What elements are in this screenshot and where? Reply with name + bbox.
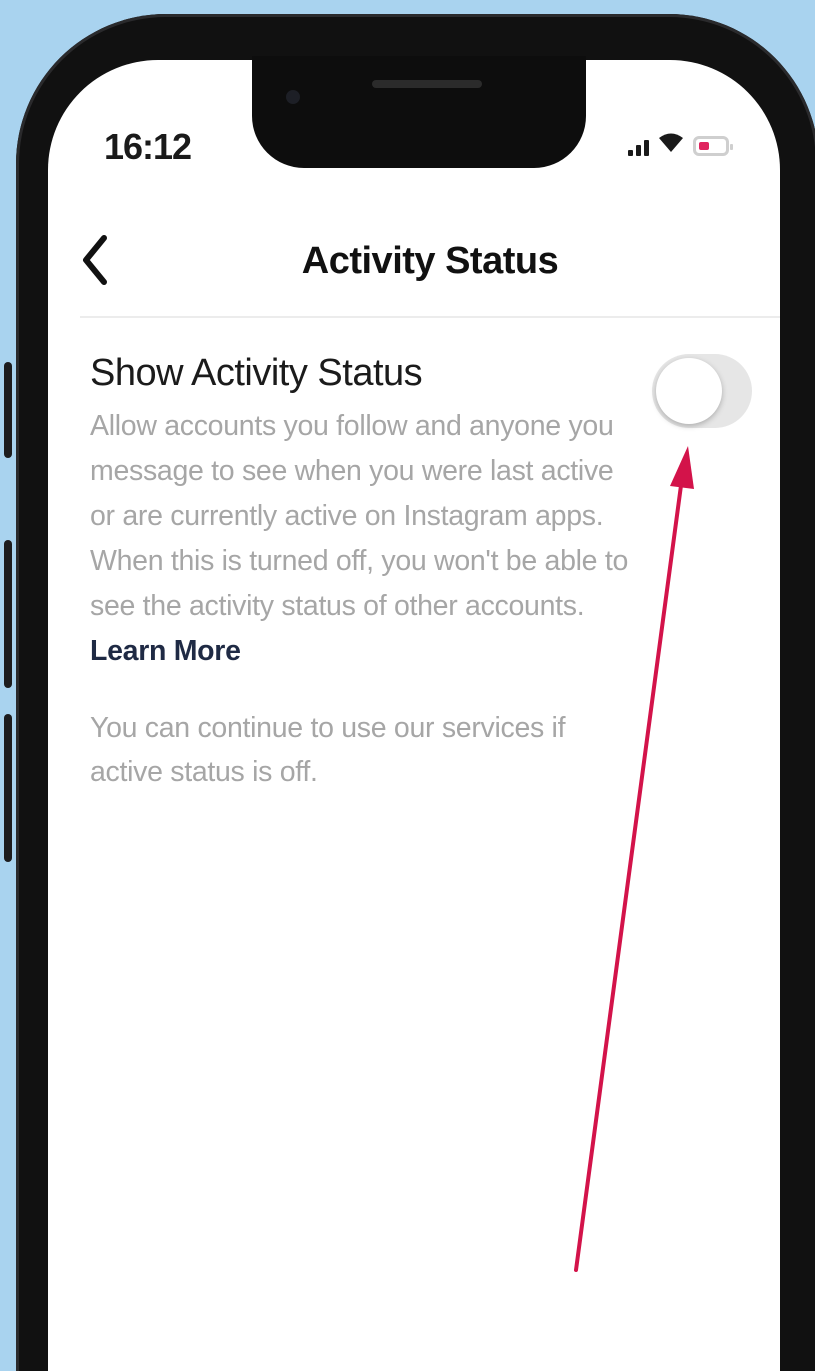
wifi-icon xyxy=(657,132,685,159)
back-button[interactable] xyxy=(78,232,114,288)
notch xyxy=(252,56,586,168)
mute-switch xyxy=(4,362,12,458)
battery-icon xyxy=(693,135,733,156)
page-title: Activity Status xyxy=(301,240,559,282)
header-divider xyxy=(80,316,780,318)
speaker xyxy=(372,80,482,88)
volume-down-button xyxy=(4,714,12,862)
setting-label: Show Activity Status xyxy=(90,352,423,394)
signal-icon xyxy=(628,136,649,156)
camera-icon xyxy=(286,90,300,104)
toggle-knob xyxy=(656,358,722,424)
chevron-left-icon xyxy=(83,235,107,285)
setting-description-text: Allow accounts you follow and anyone you… xyxy=(90,410,628,622)
activity-status-toggle[interactable] xyxy=(652,354,752,428)
info-note: You can continue to use our services if … xyxy=(90,712,566,788)
status-time: 16:12 xyxy=(104,126,192,167)
learn-more-link[interactable]: Learn More xyxy=(90,635,241,667)
setting-description: Allow accounts you follow and anyone you… xyxy=(90,404,630,674)
volume-up-button xyxy=(4,540,12,688)
status-icons xyxy=(628,132,733,159)
